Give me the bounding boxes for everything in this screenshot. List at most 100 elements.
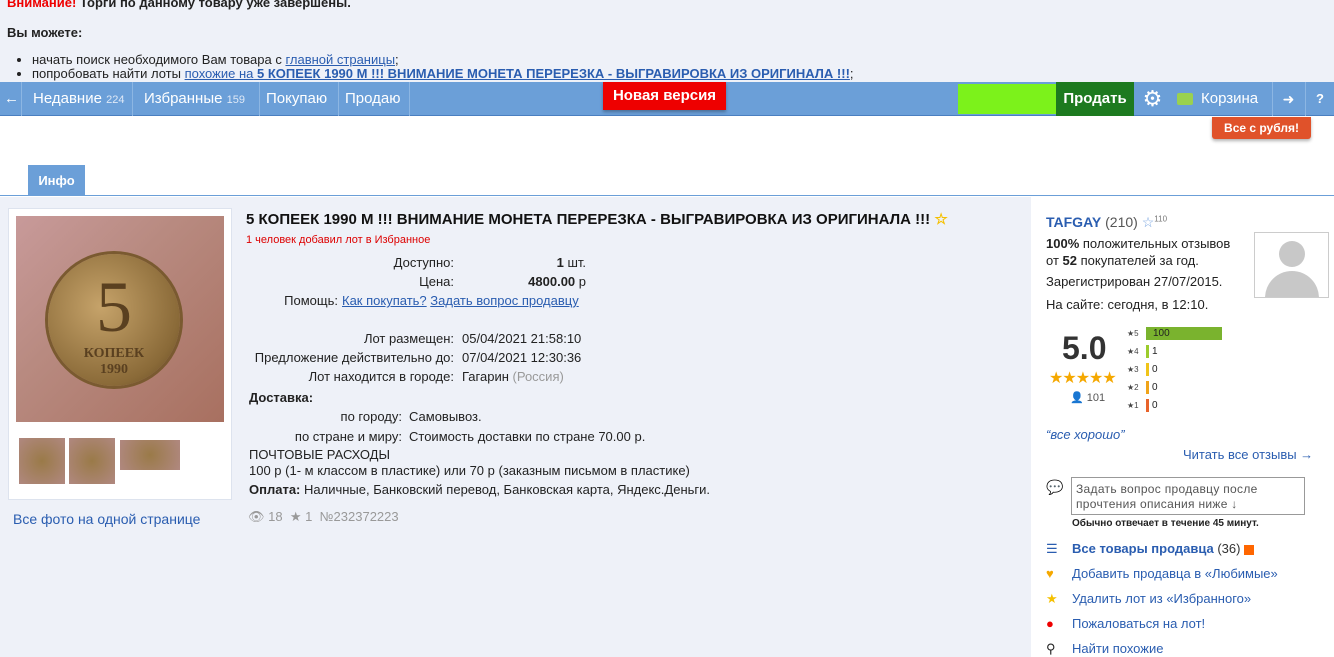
valid-value: 07/04/2021 12:30:36 bbox=[462, 350, 582, 365]
help-icon[interactable]: ? bbox=[1305, 82, 1334, 116]
favorites-note: 1 человек добавил лот в Избранное bbox=[246, 234, 431, 246]
country-delivery-value: Стоимость доставки по стране 70.00 р. bbox=[409, 429, 646, 444]
response-time: Обычно отвечает в течение 45 минут. bbox=[1072, 518, 1259, 529]
ask-seller-link[interactable]: Задать вопрос продавцу bbox=[430, 293, 578, 308]
auction-ended-notice: Внимание! Торги по данному товару уже за… bbox=[0, 0, 1334, 82]
thumbnail[interactable] bbox=[69, 438, 115, 484]
placed-label: Лот размещен: bbox=[363, 331, 454, 346]
valid-label: Предложение действительно до: bbox=[254, 350, 454, 365]
seller-score: 5.0 bbox=[1062, 330, 1107, 366]
complain-link[interactable]: Пожаловаться на лот! bbox=[1072, 616, 1205, 631]
recent-button[interactable]: Недавние 224 bbox=[22, 82, 133, 116]
lot-stats: 👁 18 ★ 1 №232372223 bbox=[248, 509, 399, 525]
thumbnail[interactable] bbox=[19, 438, 65, 484]
tab-info[interactable]: Инфо bbox=[28, 165, 85, 196]
coin-text: КОПЕЕК 1990 bbox=[83, 346, 145, 377]
sell-button[interactable]: Продать bbox=[1056, 82, 1134, 116]
rating-bar-fill bbox=[1146, 381, 1149, 394]
rating-bar-value: 100 bbox=[1153, 328, 1170, 339]
all-photos-link[interactable]: Все фото на одной странице bbox=[13, 511, 200, 527]
seller-name[interactable]: TAFGAY bbox=[1046, 214, 1101, 230]
country-delivery-label: по стране и миру: bbox=[294, 429, 402, 444]
find-similar-link[interactable]: Найти похожие bbox=[1072, 641, 1163, 656]
star-outline-icon: ☆ bbox=[1141, 214, 1155, 230]
price-label: Цена: bbox=[419, 274, 454, 289]
rss-icon[interactable] bbox=[1244, 544, 1255, 555]
all-items-link[interactable]: Все товары продавца (36) bbox=[1072, 541, 1255, 556]
star-icon: ★ bbox=[1046, 591, 1058, 606]
review-quote[interactable]: “все хорошо” bbox=[1046, 427, 1125, 442]
eye-icon: 👁 bbox=[248, 509, 265, 524]
buyers-count: от 52 покупателей за год. bbox=[1046, 253, 1199, 268]
rating-bar-stars: ★2 bbox=[1127, 383, 1139, 392]
rating-bar-stars: ★3 bbox=[1127, 365, 1139, 374]
city-delivery-label: по городу: bbox=[340, 409, 402, 424]
views-count: 18 bbox=[268, 509, 283, 524]
back-arrow-icon[interactable]: ← bbox=[0, 82, 22, 116]
positive-reviews: 100% положительных отзывов bbox=[1046, 236, 1231, 251]
star-icon: ★ bbox=[289, 509, 302, 524]
favorites-count: 159 bbox=[226, 94, 245, 106]
similar-lots-link[interactable]: похожие на 5 КОПЕЕК 1990 М !!! ВНИМАНИЕ … bbox=[185, 66, 850, 81]
remove-fav-link[interactable]: Удалить лот из «Избранного» bbox=[1072, 591, 1251, 606]
delivery-label: Доставка: bbox=[249, 390, 314, 405]
ask-seller-input[interactable]: Задать вопрос продавцу после прочтения о… bbox=[1071, 477, 1305, 515]
new-version-button[interactable]: Новая версия bbox=[603, 82, 726, 110]
favorites-button[interactable]: Избранные 159 bbox=[133, 82, 260, 116]
placed-value: 05/04/2021 21:58:10 bbox=[462, 331, 582, 346]
postal-text: 100 р (1- м классом в пластике) или 70 р… bbox=[249, 463, 690, 478]
score-stars: ★★★★★ bbox=[1049, 370, 1117, 387]
list-icon: ☰ bbox=[1046, 541, 1058, 556]
help-label: Помощь: bbox=[284, 293, 338, 308]
stars-count: 1 bbox=[305, 509, 313, 524]
gear-icon[interactable]: ⚙ bbox=[1136, 82, 1169, 116]
main-page-link[interactable]: главной страницы bbox=[285, 52, 395, 67]
warning-text: Внимание! Торги по данному товару уже за… bbox=[7, 0, 351, 10]
rating-bar-value: 1 bbox=[1152, 346, 1158, 357]
add-fav-seller-link[interactable]: Добавить продавца в «Любимые» bbox=[1072, 566, 1278, 581]
rating-bar-value: 0 bbox=[1152, 382, 1158, 393]
option-item: попробовать найти лоты похожие на 5 КОПЕ… bbox=[32, 67, 854, 81]
green-block bbox=[958, 84, 1056, 114]
available-label: Доступно: bbox=[393, 255, 454, 270]
lot-title: 5 КОПЕЕК 1990 М !!! ВНИМАНИЕ МОНЕТА ПЕРЕ… bbox=[246, 211, 948, 228]
city-delivery-value: Самовывоз. bbox=[409, 409, 482, 424]
recent-count: 224 bbox=[106, 94, 125, 106]
rating-bar-stars: ★5 bbox=[1127, 329, 1139, 338]
available-value: 1 шт. bbox=[556, 255, 586, 270]
cart-icon bbox=[1177, 93, 1193, 106]
ruble-auction-badge[interactable]: Все с рубля! bbox=[1212, 117, 1311, 139]
read-all-reviews-link[interactable]: Читать все отзывы → bbox=[1183, 447, 1313, 462]
seller-name-row: TAFGAY (210) ☆110 bbox=[1046, 214, 1168, 230]
how-to-buy-link[interactable]: Как покупать? bbox=[342, 293, 427, 308]
rating-bar-value: 0 bbox=[1152, 364, 1158, 375]
alert-icon: ● bbox=[1046, 616, 1054, 631]
rating-bar-value: 0 bbox=[1152, 400, 1158, 411]
avatar[interactable] bbox=[1254, 232, 1329, 298]
reviews-count: 👤 101 bbox=[1070, 392, 1106, 404]
buying-button[interactable]: Покупаю bbox=[260, 82, 339, 116]
selling-button[interactable]: Продаю bbox=[339, 82, 410, 116]
registered-date: Зарегистрирован 27/07/2015. bbox=[1046, 274, 1223, 289]
search-icon: ⚲ bbox=[1046, 641, 1056, 656]
cart-button[interactable]: Корзина bbox=[1170, 82, 1270, 116]
city-label: Лот находится в городе: bbox=[308, 369, 454, 384]
main-photo[interactable]: 5 КОПЕЕК 1990 bbox=[16, 216, 224, 422]
options-title: Вы можете: bbox=[7, 25, 83, 40]
lot-number: №232372223 bbox=[319, 509, 399, 524]
rating-bar-fill bbox=[1146, 345, 1149, 358]
online-status: На сайте: сегодня, в 12:10. bbox=[1046, 297, 1209, 312]
city-value: Гагарин (Россия) bbox=[462, 369, 564, 384]
postal-title: ПОЧТОВЫЕ РАСХОДЫ bbox=[249, 447, 390, 462]
help-links: Как покупать? Задать вопрос продавцу bbox=[342, 293, 579, 308]
star-icon[interactable]: ☆ bbox=[934, 211, 947, 228]
price-value: 4800.00 р bbox=[528, 274, 586, 289]
heart-icon: ♥ bbox=[1046, 566, 1054, 581]
coin-image: 5 КОПЕЕК 1990 bbox=[48, 254, 180, 386]
exit-icon[interactable]: ➜ bbox=[1272, 82, 1304, 116]
options-list: начать поиск необходимого Вам товара с г… bbox=[32, 53, 854, 81]
rating-bar-fill bbox=[1146, 363, 1149, 376]
thumbnail[interactable] bbox=[120, 440, 180, 470]
rating-bar-fill bbox=[1146, 399, 1149, 412]
payment-info: Оплата: Наличные, Банковский перевод, Ба… bbox=[249, 482, 711, 497]
